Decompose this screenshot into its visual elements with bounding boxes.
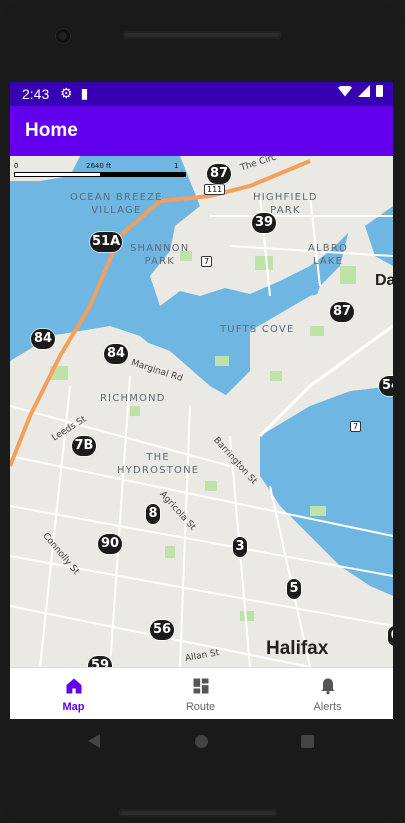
route-shield-7-east: 7 xyxy=(350,421,362,432)
bus-stop-marker[interactable]: 59 xyxy=(88,656,112,667)
nav-label-alerts: Alerts xyxy=(313,701,342,713)
area-label-ocean-breeze-village: OCEAN BREEZE VILLAGE xyxy=(70,192,163,216)
system-recents-button[interactable] xyxy=(301,735,314,748)
app-screen: 2:43 ⚙ ▮ Home 0 2640 ft 1 OCEAN BREEZE V… xyxy=(10,82,393,719)
scale-line xyxy=(14,172,186,177)
area-label-tufts-cove: TUFTS COVE xyxy=(220,324,295,335)
bottom-navigation: Map Route Alerts xyxy=(10,667,393,719)
city-label-dartmouth-partial: Da xyxy=(375,272,393,289)
earpiece-speaker xyxy=(123,31,281,39)
status-system-icons xyxy=(338,85,383,97)
sd-card-icon: ▮ xyxy=(80,85,89,101)
nav-tab-route[interactable]: Route xyxy=(137,668,264,719)
nav-tab-alerts[interactable]: Alerts xyxy=(264,668,391,719)
bottom-speaker xyxy=(119,809,277,817)
bus-stop-marker[interactable]: 84 xyxy=(31,329,55,349)
settings-gear-icon: ⚙ xyxy=(60,85,73,101)
nav-label-map: Map xyxy=(62,701,85,713)
bus-stop-marker[interactable]: 5 xyxy=(287,579,301,599)
area-label-albro-lake: ALBRO LAKE xyxy=(308,243,349,267)
highway-shield-111: 111 xyxy=(204,184,226,195)
bus-stop-marker[interactable]: 87 xyxy=(207,164,231,184)
bus-stop-marker[interactable]: 84 xyxy=(104,344,128,364)
battery-icon xyxy=(376,85,383,97)
city-label-halifax: Halifax xyxy=(266,638,329,659)
status-bar: 2:43 ⚙ ▮ xyxy=(10,82,393,106)
home-icon xyxy=(66,678,82,694)
area-label-shannon-park: SHANNON PARK xyxy=(130,243,190,267)
bus-stop-marker[interactable]: 56 xyxy=(150,620,174,640)
bus-stop-marker[interactable]: 8 xyxy=(146,504,160,524)
status-time: 2:43 xyxy=(22,86,50,102)
status-notification-icons: ⚙ ▮ xyxy=(60,85,88,102)
scale-zero-label: 0 xyxy=(14,162,19,170)
bus-stop-marker[interactable]: 87 xyxy=(330,302,354,322)
page-title: Home xyxy=(25,120,78,141)
bus-stop-marker[interactable]: 3 xyxy=(233,537,247,557)
nav-tab-map[interactable]: Map xyxy=(10,668,137,719)
front-camera xyxy=(56,29,70,43)
bus-stop-marker[interactable]: 6 xyxy=(388,626,393,646)
bus-stop-marker[interactable]: 39 xyxy=(252,213,276,233)
bus-stop-marker[interactable]: 54 xyxy=(379,376,393,396)
nav-label-route: Route xyxy=(185,701,216,713)
dashboard-icon xyxy=(193,678,209,694)
bus-stop-marker[interactable]: 90 xyxy=(98,534,122,554)
app-bar: Home xyxy=(10,106,393,156)
map-scale-bar: 0 2640 ft 1 mi xyxy=(14,162,186,178)
signal-icon xyxy=(358,85,370,97)
area-label-the-hydrostone: THE HYDROSTONE xyxy=(117,452,200,476)
system-home-button[interactable] xyxy=(195,735,208,748)
bell-icon xyxy=(321,678,335,695)
map-canvas xyxy=(10,156,393,667)
wifi-icon xyxy=(338,85,352,97)
phone-frame: 2:43 ⚙ ▮ Home 0 2640 ft 1 OCEAN BREEZE V… xyxy=(0,0,405,823)
map-view[interactable]: 0 2640 ft 1 mi OCEAN BREEZE VILLAGE HIGH… xyxy=(10,156,393,667)
system-back-button[interactable] xyxy=(88,734,100,748)
bus-stop-marker[interactable]: 51A xyxy=(90,232,123,252)
scale-mid-label: 2640 ft xyxy=(86,162,112,170)
bus-stop-marker[interactable]: 7B xyxy=(72,436,96,456)
route-shield-7: 7 xyxy=(201,256,213,267)
area-label-richmond: RICHMOND xyxy=(100,393,166,404)
